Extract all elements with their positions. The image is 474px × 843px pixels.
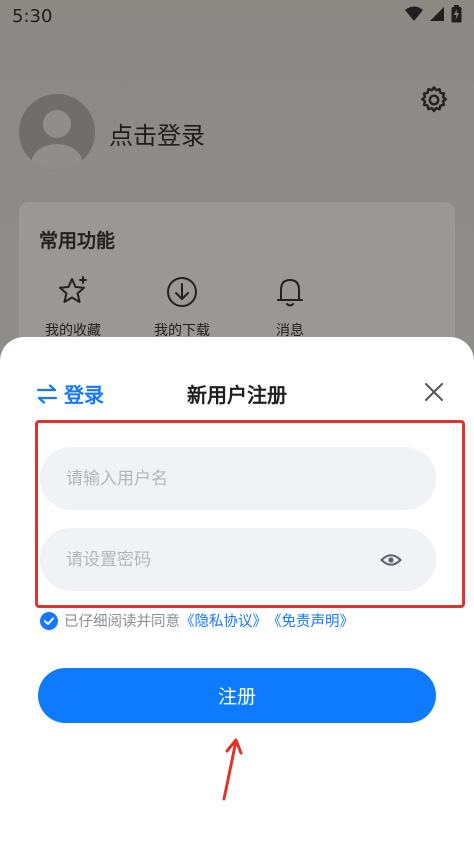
disclaimer-link[interactable]: 《免责声明》 <box>267 610 354 631</box>
username-field[interactable] <box>40 447 436 510</box>
username-input[interactable] <box>64 457 368 500</box>
download-icon <box>167 277 197 307</box>
register-button[interactable]: 注册 <box>38 668 436 723</box>
login-prompt[interactable]: 点击登录 <box>109 116 205 151</box>
wifi-icon <box>405 6 423 21</box>
annotation-arrow-icon <box>222 738 243 801</box>
favorites-item[interactable]: 我的收藏 <box>29 274 117 344</box>
password-input[interactable] <box>64 538 368 581</box>
switch-to-login-button[interactable]: 登录 <box>36 379 104 408</box>
functions-title: 常用功能 <box>39 230 116 252</box>
register-sheet: 登录 新用户注册 已仔细阅读并同意 《隐私协议》 《免责声明》 注册 <box>0 337 474 843</box>
close-icon[interactable] <box>423 381 445 403</box>
privacy-policy-link[interactable]: 《隐私协议》 <box>180 610 267 631</box>
status-icons <box>405 5 462 23</box>
swap-icon <box>36 383 58 404</box>
agreement-text: 已仔细阅读并同意 <box>64 614 180 630</box>
messages-item[interactable]: 消息 <box>246 274 334 344</box>
status-bar: 5:30 <box>0 0 474 34</box>
bell-icon <box>277 279 303 307</box>
avatar[interactable] <box>19 94 95 170</box>
agreement-row: 已仔细阅读并同意 《隐私协议》 《免责声明》 <box>40 610 354 631</box>
signal-icon <box>430 7 444 21</box>
star-icon <box>59 276 87 303</box>
gear-icon[interactable] <box>418 84 450 116</box>
downloads-item[interactable]: 我的下载 <box>138 274 226 344</box>
register-button-label: 注册 <box>217 686 256 708</box>
eye-icon[interactable] <box>380 549 402 571</box>
battery-icon <box>451 5 462 23</box>
checkbox-checked-icon[interactable] <box>40 611 58 630</box>
switch-login-label: 登录 <box>64 383 104 407</box>
status-time: 5:30 <box>12 6 53 27</box>
password-field[interactable] <box>40 528 436 591</box>
